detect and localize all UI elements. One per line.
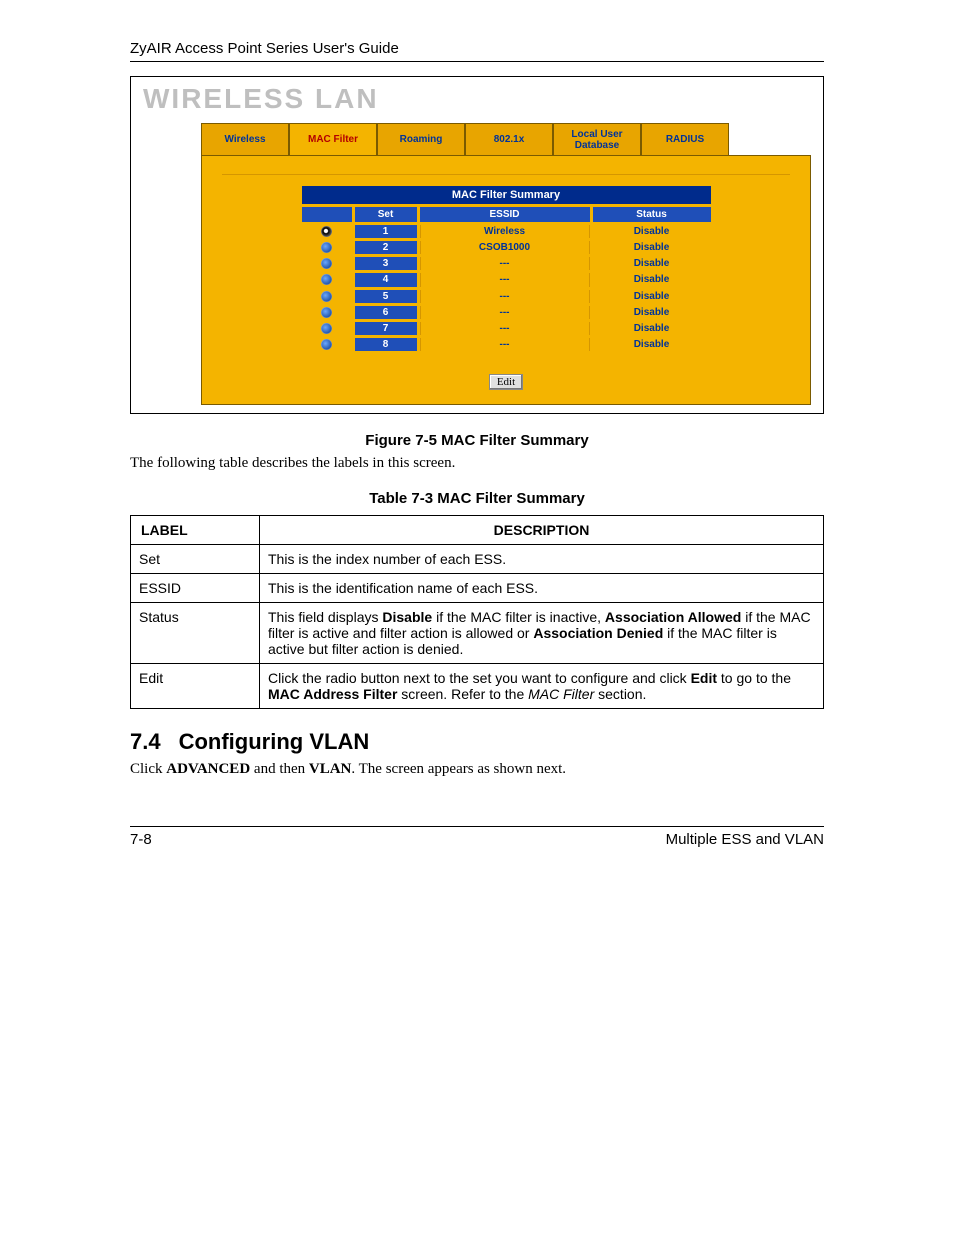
tab-roaming[interactable]: Roaming — [377, 123, 465, 155]
desc-label-cell: Status — [131, 603, 260, 664]
radio-cell[interactable] — [302, 290, 352, 303]
desc-header-description: DESCRIPTION — [260, 516, 824, 545]
section-body: Click ADVANCED and then VLAN. The screen… — [130, 761, 824, 778]
mac-filter-summary-table: MAC Filter Summary Set ESSID Status 1Wir… — [299, 183, 714, 354]
essid-cell: --- — [420, 273, 590, 286]
section-number: 7.4 — [130, 729, 161, 754]
tab-radius[interactable]: RADIUS — [641, 123, 729, 155]
figure-caption: Figure 7-5 MAC Filter Summary — [60, 432, 894, 449]
description-table: LABEL DESCRIPTION SetThis is the index n… — [130, 515, 824, 709]
status-cell: Disable — [593, 225, 711, 238]
status-cell: Disable — [593, 257, 711, 270]
table-row: 5---Disable — [302, 290, 711, 303]
table-row: ESSIDThis is the identification name of … — [131, 574, 824, 603]
edit-button[interactable]: Edit — [489, 374, 523, 390]
set-cell: 2 — [355, 241, 417, 254]
footer-rule — [130, 826, 824, 827]
radio-icon[interactable] — [321, 307, 332, 318]
radio-cell[interactable] — [302, 338, 352, 351]
section-title: Configuring VLAN — [179, 729, 370, 754]
tab-wireless[interactable]: Wireless — [201, 123, 289, 155]
tab-802-1x[interactable]: 802.1x — [465, 123, 553, 155]
col-set-header: Set — [355, 207, 417, 222]
desc-description-cell: This is the index number of each ESS. — [260, 545, 824, 574]
col-status-header: Status — [593, 207, 711, 222]
radio-cell[interactable] — [302, 273, 352, 286]
desc-label-cell: Set — [131, 545, 260, 574]
essid-cell: Wireless — [420, 225, 590, 238]
status-cell: Disable — [593, 338, 711, 351]
screenshot-title: WIRELESS LAN — [131, 77, 823, 119]
doc-header: ZyAIR Access Point Series User's Guide — [130, 40, 824, 62]
essid-cell: --- — [420, 338, 590, 351]
status-cell: Disable — [593, 306, 711, 319]
set-cell: 8 — [355, 338, 417, 351]
screenshot-window: WIRELESS LAN WirelessMAC FilterRoaming80… — [130, 76, 824, 414]
radio-icon[interactable] — [321, 274, 332, 285]
intro-sentence: The following table describes the labels… — [130, 455, 824, 472]
table-row: 4---Disable — [302, 273, 711, 286]
table-row: StatusThis field displays Disable if the… — [131, 603, 824, 664]
set-cell: 5 — [355, 290, 417, 303]
chapter-name: Multiple ESS and VLAN — [666, 831, 824, 848]
desc-description-cell: Click the radio button next to the set y… — [260, 664, 824, 709]
desc-label-cell: Edit — [131, 664, 260, 709]
page-number: 7-8 — [130, 831, 152, 848]
radio-icon[interactable] — [321, 226, 332, 237]
radio-cell[interactable] — [302, 306, 352, 319]
essid-cell: CSOB1000 — [420, 241, 590, 254]
status-cell: Disable — [593, 241, 711, 254]
status-cell: Disable — [593, 273, 711, 286]
col-radio-header — [302, 207, 352, 222]
status-cell: Disable — [593, 290, 711, 303]
radio-cell[interactable] — [302, 257, 352, 270]
radio-cell[interactable] — [302, 225, 352, 238]
table-row: 7---Disable — [302, 322, 711, 335]
radio-icon[interactable] — [321, 242, 332, 253]
table-row: 2CSOB1000Disable — [302, 241, 711, 254]
radio-icon[interactable] — [321, 258, 332, 269]
table-row: SetThis is the index number of each ESS. — [131, 545, 824, 574]
table-caption: Table 7-3 MAC Filter Summary — [60, 490, 894, 507]
desc-description-cell: This field displays Disable if the MAC f… — [260, 603, 824, 664]
desc-label-cell: ESSID — [131, 574, 260, 603]
table-row: 3---Disable — [302, 257, 711, 270]
essid-cell: --- — [420, 257, 590, 270]
set-cell: 4 — [355, 273, 417, 286]
set-cell: 7 — [355, 322, 417, 335]
radio-icon[interactable] — [321, 323, 332, 334]
essid-cell: --- — [420, 290, 590, 303]
set-cell: 1 — [355, 225, 417, 238]
tab-strip: WirelessMAC FilterRoaming802.1xLocal Use… — [201, 119, 811, 155]
desc-description-cell: This is the identification name of each … — [260, 574, 824, 603]
radio-icon[interactable] — [321, 339, 332, 350]
essid-cell: --- — [420, 322, 590, 335]
table-row: 6---Disable — [302, 306, 711, 319]
tab-mac-filter[interactable]: MAC Filter — [289, 123, 377, 155]
summary-title-cell: MAC Filter Summary — [302, 186, 711, 204]
radio-cell[interactable] — [302, 322, 352, 335]
section-heading: 7.4 Configuring VLAN — [130, 729, 824, 755]
tab-local-user-database[interactable]: Local User Database — [553, 123, 641, 155]
divider — [222, 174, 790, 175]
col-essid-header: ESSID — [420, 207, 590, 222]
desc-header-label: LABEL — [131, 516, 260, 545]
radio-icon[interactable] — [321, 291, 332, 302]
content-panel: MAC Filter Summary Set ESSID Status 1Wir… — [201, 155, 811, 405]
radio-cell[interactable] — [302, 241, 352, 254]
table-row: 1WirelessDisable — [302, 225, 711, 238]
table-row: EditClick the radio button next to the s… — [131, 664, 824, 709]
set-cell: 6 — [355, 306, 417, 319]
essid-cell: --- — [420, 306, 590, 319]
set-cell: 3 — [355, 257, 417, 270]
table-row: 8---Disable — [302, 338, 711, 351]
status-cell: Disable — [593, 322, 711, 335]
